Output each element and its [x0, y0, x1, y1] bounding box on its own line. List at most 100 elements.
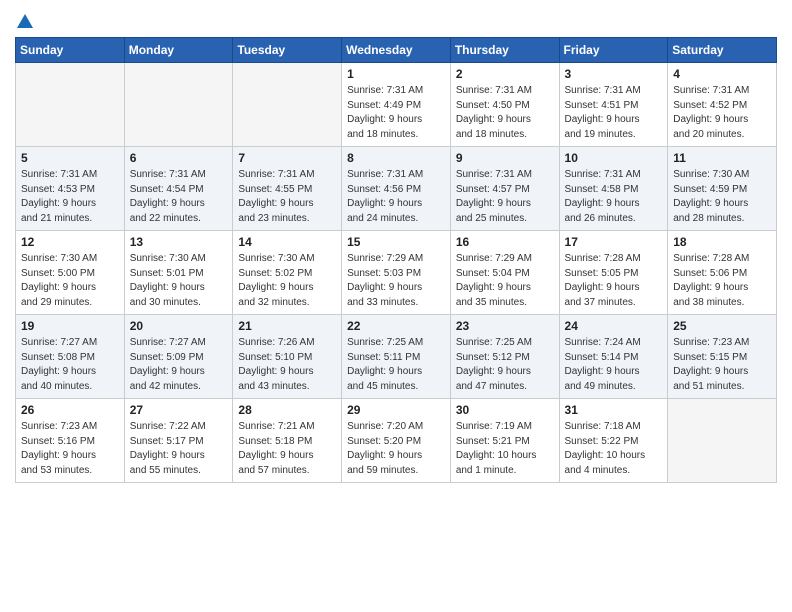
day-number: 13: [130, 235, 228, 249]
calendar-week-row: 5 Sunrise: 7:31 AM Sunset: 4:53 PM Daylig…: [16, 147, 777, 231]
calendar-cell: 3 Sunrise: 7:31 AM Sunset: 4:51 PM Daylig…: [559, 63, 668, 147]
weekday-header-monday: Monday: [124, 38, 233, 63]
day-info: Sunrise: 7:31 AM Sunset: 4:58 PM Dayligh…: [565, 168, 663, 226]
day-info: Sunrise: 7:31 AM Sunset: 4:51 PM Dayligh…: [565, 84, 663, 142]
calendar-cell: 20 Sunrise: 7:27 AM Sunset: 5:09 PM Dayli…: [124, 315, 233, 399]
day-number: 12: [21, 235, 119, 249]
calendar-cell: 14 Sunrise: 7:30 AM Sunset: 5:02 PM Dayli…: [233, 231, 342, 315]
calendar-cell: 2 Sunrise: 7:31 AM Sunset: 4:50 PM Daylig…: [450, 63, 559, 147]
calendar-cell: 25Sunrise: 7:23 AM Sunset: 5:15 PM Dayli…: [668, 315, 777, 399]
calendar-cell: 22 Sunrise: 7:25 AM Sunset: 5:11 PM Dayli…: [342, 315, 451, 399]
calendar-cell: 1 Sunrise: 7:31 AM Sunset: 4:49 PM Daylig…: [342, 63, 451, 147]
day-number: 16: [456, 235, 554, 249]
logo: [15, 10, 33, 31]
day-info: Sunrise: 7:28 AM Sunset: 5:05 PM Dayligh…: [565, 252, 663, 310]
day-number: 31: [565, 403, 663, 417]
calendar-cell: 21 Sunrise: 7:26 AM Sunset: 5:10 PM Dayli…: [233, 315, 342, 399]
weekday-header-friday: Friday: [559, 38, 668, 63]
calendar-cell: 31 Sunrise: 7:18 AM Sunset: 5:22 PM Dayli…: [559, 399, 668, 483]
calendar-cell: 11 Sunrise: 7:30 AM Sunset: 4:59 PM Dayli…: [668, 147, 777, 231]
day-info: Sunrise: 7:30 AM Sunset: 5:01 PM Dayligh…: [130, 252, 228, 310]
day-number: 8: [347, 151, 445, 165]
day-info: Sunrise: 7:30 AM Sunset: 5:00 PM Dayligh…: [21, 252, 119, 310]
header: [15, 10, 777, 31]
calendar-cell: 5 Sunrise: 7:31 AM Sunset: 4:53 PM Daylig…: [16, 147, 125, 231]
day-info: Sunrise: 7:30 AM Sunset: 4:59 PM Dayligh…: [673, 168, 771, 226]
day-number: 21: [238, 319, 336, 333]
day-number: 15: [347, 235, 445, 249]
calendar-week-row: 19 Sunrise: 7:27 AM Sunset: 5:08 PM Dayli…: [16, 315, 777, 399]
weekday-header-row: SundayMondayTuesdayWednesdayThursdayFrid…: [16, 38, 777, 63]
day-info: Sunrise: 7:24 AM Sunset: 5:14 PM Dayligh…: [565, 336, 663, 394]
calendar-cell: 27Sunrise: 7:22 AM Sunset: 5:17 PM Dayli…: [124, 399, 233, 483]
day-number: 5: [21, 151, 119, 165]
calendar-week-row: 26 Sunrise: 7:23 AM Sunset: 5:16 PM Dayli…: [16, 399, 777, 483]
day-info: Sunrise: 7:27 AM Sunset: 5:09 PM Dayligh…: [130, 336, 228, 394]
day-number: 6: [130, 151, 228, 165]
calendar-cell: 23Sunrise: 7:25 AM Sunset: 5:12 PM Dayli…: [450, 315, 559, 399]
logo-triangle-icon: [17, 14, 33, 28]
calendar-cell: 26 Sunrise: 7:23 AM Sunset: 5:16 PM Dayli…: [16, 399, 125, 483]
weekday-header-tuesday: Tuesday: [233, 38, 342, 63]
calendar-cell: 12 Sunrise: 7:30 AM Sunset: 5:00 PM Dayli…: [16, 231, 125, 315]
day-number: 2: [456, 67, 554, 81]
calendar-cell: 28Sunrise: 7:21 AM Sunset: 5:18 PM Dayli…: [233, 399, 342, 483]
day-number: 1: [347, 67, 445, 81]
calendar-cell: [16, 63, 125, 147]
calendar-cell: [124, 63, 233, 147]
day-info: Sunrise: 7:26 AM Sunset: 5:10 PM Dayligh…: [238, 336, 336, 394]
day-info: Sunrise: 7:18 AM Sunset: 5:22 PM Dayligh…: [565, 420, 663, 478]
day-info: Sunrise: 7:30 AM Sunset: 5:02 PM Dayligh…: [238, 252, 336, 310]
day-info: Sunrise: 7:31 AM Sunset: 4:49 PM Dayligh…: [347, 84, 445, 142]
calendar-cell: 7 Sunrise: 7:31 AM Sunset: 4:55 PM Daylig…: [233, 147, 342, 231]
day-info: Sunrise: 7:27 AM Sunset: 5:08 PM Dayligh…: [21, 336, 119, 394]
day-number: 30: [456, 403, 554, 417]
day-number: 7: [238, 151, 336, 165]
day-number: 19: [21, 319, 119, 333]
day-info: Sunrise: 7:23 AM Sunset: 5:15 PM Dayligh…: [673, 336, 771, 394]
day-number: 9: [456, 151, 554, 165]
day-number: 17: [565, 235, 663, 249]
day-number: 4: [673, 67, 771, 81]
day-info: Sunrise: 7:31 AM Sunset: 4:55 PM Dayligh…: [238, 168, 336, 226]
day-number: 11: [673, 151, 771, 165]
calendar-cell: 9 Sunrise: 7:31 AM Sunset: 4:57 PM Daylig…: [450, 147, 559, 231]
weekday-header-wednesday: Wednesday: [342, 38, 451, 63]
day-info: Sunrise: 7:31 AM Sunset: 4:50 PM Dayligh…: [456, 84, 554, 142]
day-info: Sunrise: 7:25 AM Sunset: 5:12 PM Dayligh…: [456, 336, 554, 394]
day-info: Sunrise: 7:25 AM Sunset: 5:11 PM Dayligh…: [347, 336, 445, 394]
calendar-cell: 18Sunrise: 7:28 AM Sunset: 5:06 PM Dayli…: [668, 231, 777, 315]
day-number: 26: [21, 403, 119, 417]
day-info: Sunrise: 7:31 AM Sunset: 4:56 PM Dayligh…: [347, 168, 445, 226]
calendar-cell: [233, 63, 342, 147]
day-number: 20: [130, 319, 228, 333]
weekday-header-sunday: Sunday: [16, 38, 125, 63]
day-number: 22: [347, 319, 445, 333]
day-info: Sunrise: 7:31 AM Sunset: 4:54 PM Dayligh…: [130, 168, 228, 226]
calendar-week-row: 1 Sunrise: 7:31 AM Sunset: 4:49 PM Daylig…: [16, 63, 777, 147]
calendar-week-row: 12 Sunrise: 7:30 AM Sunset: 5:00 PM Dayli…: [16, 231, 777, 315]
day-info: Sunrise: 7:29 AM Sunset: 5:04 PM Dayligh…: [456, 252, 554, 310]
day-info: Sunrise: 7:22 AM Sunset: 5:17 PM Dayligh…: [130, 420, 228, 478]
calendar-cell: 10Sunrise: 7:31 AM Sunset: 4:58 PM Dayli…: [559, 147, 668, 231]
day-number: 14: [238, 235, 336, 249]
day-number: 3: [565, 67, 663, 81]
day-info: Sunrise: 7:19 AM Sunset: 5:21 PM Dayligh…: [456, 420, 554, 478]
day-info: Sunrise: 7:21 AM Sunset: 5:18 PM Dayligh…: [238, 420, 336, 478]
calendar-cell: [668, 399, 777, 483]
day-info: Sunrise: 7:20 AM Sunset: 5:20 PM Dayligh…: [347, 420, 445, 478]
day-info: Sunrise: 7:23 AM Sunset: 5:16 PM Dayligh…: [21, 420, 119, 478]
day-number: 29: [347, 403, 445, 417]
calendar-cell: 15 Sunrise: 7:29 AM Sunset: 5:03 PM Dayli…: [342, 231, 451, 315]
weekday-header-saturday: Saturday: [668, 38, 777, 63]
day-number: 18: [673, 235, 771, 249]
day-info: Sunrise: 7:31 AM Sunset: 4:57 PM Dayligh…: [456, 168, 554, 226]
day-info: Sunrise: 7:31 AM Sunset: 4:53 PM Dayligh…: [21, 168, 119, 226]
calendar-table: SundayMondayTuesdayWednesdayThursdayFrid…: [15, 37, 777, 483]
page: SundayMondayTuesdayWednesdayThursdayFrid…: [0, 0, 792, 498]
calendar-cell: 13 Sunrise: 7:30 AM Sunset: 5:01 PM Dayli…: [124, 231, 233, 315]
calendar-cell: 16 Sunrise: 7:29 AM Sunset: 5:04 PM Dayli…: [450, 231, 559, 315]
calendar-cell: 8 Sunrise: 7:31 AM Sunset: 4:56 PM Daylig…: [342, 147, 451, 231]
day-info: Sunrise: 7:29 AM Sunset: 5:03 PM Dayligh…: [347, 252, 445, 310]
calendar-cell: 6 Sunrise: 7:31 AM Sunset: 4:54 PM Daylig…: [124, 147, 233, 231]
